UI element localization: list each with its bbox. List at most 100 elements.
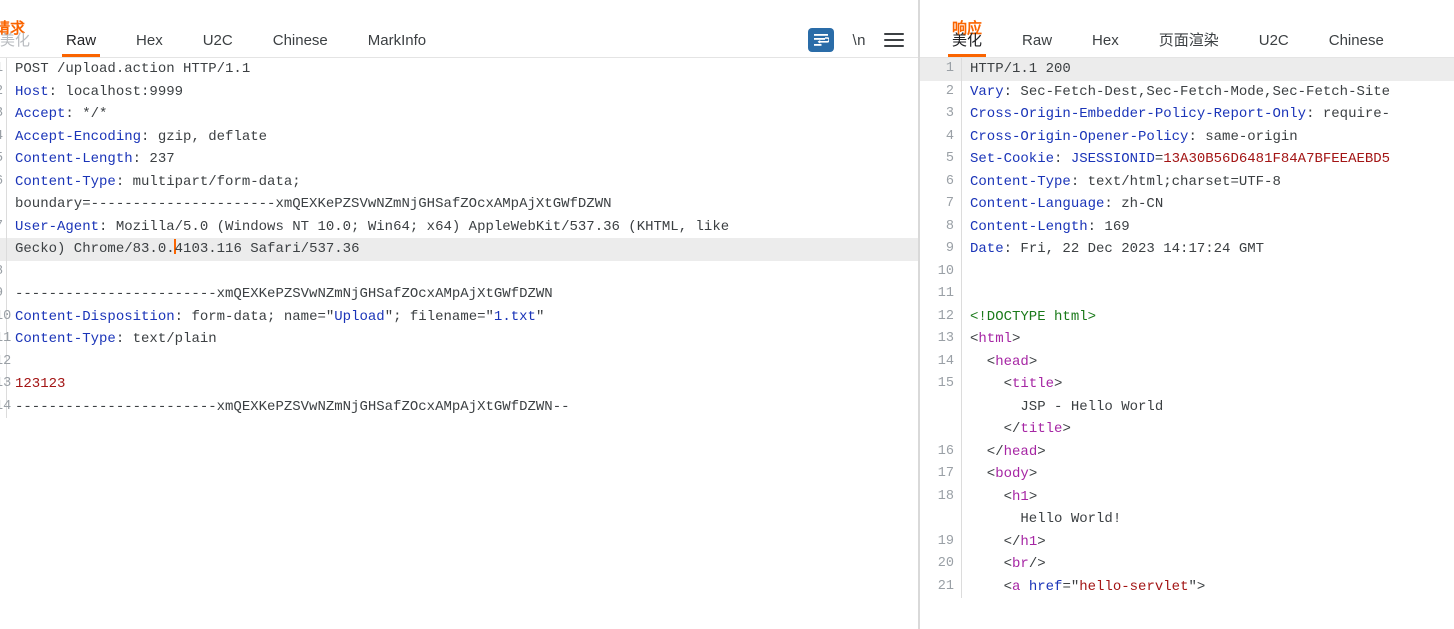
request-code-line[interactable]: 9 ------------------------xmQEXKePZSVwNZm…	[0, 283, 918, 306]
request-token: Content-Type	[15, 331, 116, 347]
word-wrap-icon[interactable]	[808, 28, 835, 52]
response-code-line[interactable]: 18 <h1>	[920, 485, 1454, 508]
response-tab-Hex[interactable]: Hex	[1092, 32, 1119, 57]
request-code-line[interactable]: 2Host: localhost:9999	[0, 80, 918, 103]
response-code-line[interactable]: 14 <head>	[920, 350, 1454, 373]
response-token	[1020, 579, 1028, 595]
response-code-line[interactable]: 12 <!DOCTYPE html>	[920, 305, 1454, 329]
request-code-line[interactable]: 10Content-Disposition: form-data; name="…	[0, 305, 918, 328]
response-code-line[interactable]: 1 HTTP/1.1 200	[920, 58, 1454, 81]
request-token: 123123	[15, 376, 66, 392]
request-token: Content-Type	[15, 173, 116, 190]
request-code-line[interactable]: 5Content-Length: 237	[0, 148, 918, 171]
request-code-line[interactable]: 11Content-Type: text/plain	[0, 328, 918, 351]
response-code-line[interactable]: 5 Set-Cookie: JSESSIONID=13A30B56D6481F84…	[920, 148, 1454, 171]
response-code-line[interactable]: 7 Content-Language: zh-CN	[920, 193, 1454, 216]
request-line-text	[7, 261, 918, 284]
request-token: POST /upload.action HTTP/1.1	[15, 61, 251, 77]
response-code-line[interactable]: 21 <a href="hello-servlet">	[920, 575, 1454, 598]
response-token: >	[1028, 353, 1038, 370]
request-code-line[interactable]: 3Accept: */*	[0, 103, 918, 126]
response-token: title	[1020, 421, 1063, 437]
response-code-line[interactable]: 9 Date: Fri, 22 Dec 2023 14:17:24 GMT	[920, 238, 1454, 261]
response-token: Content-Length	[970, 218, 1088, 235]
response-code-line[interactable]: 8 Content-Length: 169	[920, 215, 1454, 238]
request-code-line[interactable]: 6Content-Type: multipart/form-data;	[0, 170, 918, 194]
request-tab-Chinese[interactable]: Chinese	[273, 32, 328, 57]
response-token: body	[995, 466, 1029, 482]
request-tab-Hex[interactable]: Hex	[136, 32, 163, 57]
response-line-number: 15	[920, 373, 962, 396]
response-line-text: Cross-Origin-Embedder-Policy-Report-Only…	[962, 103, 1454, 126]
response-line-number: 14	[920, 350, 962, 373]
response-tabs-container: 美化 Raw Hex 页面渲染 U2C Chinese	[947, 32, 1424, 57]
response-tab-美化[interactable]: 美化	[947, 32, 987, 57]
response-token: >	[1054, 376, 1063, 392]
response-token: : text/html;charset=UTF-8	[1070, 173, 1281, 190]
request-code-line[interactable]: 1 POST /upload.action HTTP/1.1	[0, 58, 918, 81]
request-line-number	[0, 238, 7, 261]
request-tab-U2C[interactable]: U2C	[203, 32, 233, 57]
response-code-line[interactable]: 17 <body>	[920, 463, 1454, 486]
response-token: <	[970, 466, 996, 482]
response-code-editor[interactable]: 1 HTTP/1.1 200 2 Vary: Sec-Fetch-Dest,Sec-F…	[920, 58, 1454, 601]
response-line-text: Date: Fri, 22 Dec 2023 14:17:24 GMT	[962, 238, 1454, 261]
response-token: hello-servlet	[1079, 578, 1189, 595]
request-tab-MarkInfo[interactable]: MarkInfo	[368, 32, 426, 57]
response-code-line[interactable]: 10	[920, 260, 1454, 283]
response-code-line[interactable]: JSP - Hello World	[920, 395, 1454, 418]
request-line-number: 2	[0, 80, 7, 103]
hamburger-menu-icon[interactable]	[884, 32, 904, 48]
request-line-text: POST /upload.action HTTP/1.1	[7, 58, 918, 81]
request-token: : text/plain	[115, 331, 217, 347]
request-tabs-container: 美化 Raw Hex U2C Chinese MarkInfo	[0, 32, 466, 57]
response-tab-U2C[interactable]: U2C	[1259, 32, 1289, 57]
request-code-line[interactable]: 13123123	[0, 373, 918, 396]
request-code-line[interactable]: 14------------------------xmQEXKePZSVwNZ…	[0, 395, 918, 418]
response-tab-Raw[interactable]: Raw	[1022, 32, 1052, 57]
response-tab-Chinese[interactable]: Chinese	[1329, 32, 1384, 57]
request-line-text: Content-Type: multipart/form-data;	[7, 171, 918, 194]
request-line-text: Gecko) Chrome/83.0.4103.116 Safari/537.3…	[7, 238, 918, 261]
response-line-number: 6	[920, 170, 962, 193]
response-code-line[interactable]: 16 </head>	[920, 440, 1454, 463]
response-code-line[interactable]: 11	[920, 283, 1454, 306]
response-panel: 响应 美化 Raw Hex 页面渲染 U2C Chinese 1 HTTP/1.1 200 2…	[920, 0, 1454, 629]
request-line-text: Content-Length: 237	[7, 148, 918, 171]
request-code-line[interactable]: 4Accept-Encoding: gzip, deflate	[0, 125, 918, 148]
request-line-number: 6	[0, 170, 7, 193]
response-token: Cross-Origin-Opener-Policy	[970, 128, 1189, 145]
request-line-text: Content-Type: text/plain	[7, 328, 918, 351]
response-code-line[interactable]: 20 <br/>	[920, 553, 1454, 576]
response-code-line[interactable]: 13 <html>	[920, 328, 1454, 351]
request-code-line[interactable]: 8	[0, 260, 918, 284]
response-tab-页面渲染[interactable]: 页面渲染	[1159, 32, 1219, 57]
response-code-line[interactable]: </title>	[920, 418, 1454, 441]
request-code-editor[interactable]: 1POST /upload.action HTTP/1.12Host: loca…	[0, 58, 918, 601]
response-code-line[interactable]: 6 Content-Type: text/html;charset=UTF-8	[920, 170, 1454, 193]
response-code-line[interactable]: 15 <title>	[920, 373, 1454, 396]
request-line-text: Accept: */*	[7, 103, 918, 126]
response-line-text: Cross-Origin-Opener-Policy: same-origin	[962, 126, 1454, 149]
request-token: Host	[15, 83, 49, 100]
request-code-line[interactable]: boundary=----------------------xmQEXKePZ…	[0, 193, 918, 216]
response-token: >	[1028, 466, 1038, 482]
response-token: 13A30B56D6481F84A7BFEEAEBD5	[1163, 151, 1391, 167]
response-line-number: 2	[920, 80, 962, 103]
response-line-number: 19	[920, 530, 962, 553]
response-token: =	[1154, 151, 1164, 167]
request-tab-Raw[interactable]: Raw	[62, 32, 101, 57]
newline-toggle[interactable]: \n	[852, 32, 866, 49]
response-token: h1	[1012, 488, 1029, 505]
response-code-line[interactable]: Hello World!	[920, 508, 1454, 531]
response-line-number: 13	[920, 328, 962, 351]
request-code-line[interactable]: Gecko) Chrome/83.0.4103.116 Safari/537.3…	[0, 238, 918, 261]
request-code-line[interactable]: 7User-Agent: Mozilla/5.0 (Windows NT 10.…	[0, 215, 918, 238]
response-code-line[interactable]: 4 Cross-Origin-Opener-Policy: same-origin	[920, 125, 1454, 149]
response-code-line[interactable]: 19 </h1>	[920, 530, 1454, 553]
response-line-text: <!DOCTYPE html>	[962, 306, 1454, 329]
response-code-line[interactable]: 2 Vary: Sec-Fetch-Dest,Sec-Fetch-Mode,Sec…	[920, 80, 1454, 103]
request-line-number	[0, 193, 7, 216]
response-code-line[interactable]: 3 Cross-Origin-Embedder-Policy-Report-Onl…	[920, 103, 1454, 126]
request-code-line[interactable]: 12	[0, 350, 918, 373]
